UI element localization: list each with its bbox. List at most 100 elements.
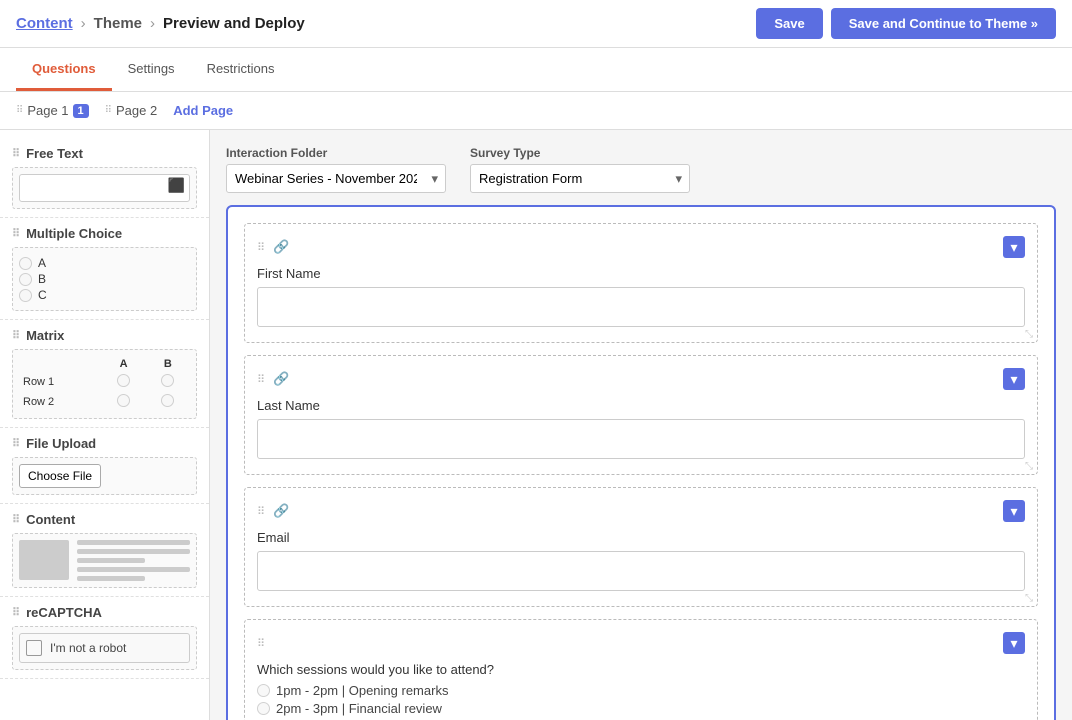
matrix-col-b: B: [146, 356, 190, 372]
q4-drag: ⠿: [257, 637, 265, 650]
interaction-folder-select[interactable]: Webinar Series - November 2022: [226, 164, 446, 193]
matrix-row1-label: Row 1: [19, 372, 102, 392]
page-2-label: Page 2: [116, 103, 157, 118]
q2-collapse-button[interactable]: ▾: [1003, 368, 1025, 390]
content-line-4: [77, 567, 190, 572]
add-page-button[interactable]: Add Page: [173, 103, 233, 118]
q3-collapse-button[interactable]: ▾: [1003, 500, 1025, 522]
q1-drag: ⠿: [257, 241, 265, 254]
top-bar-buttons: Save Save and Continue to Theme »: [756, 8, 1056, 39]
q2-resize: ⤡: [1025, 461, 1033, 472]
question-first-name-header: ⠿ 🔗 ▾: [257, 236, 1025, 258]
file-upload-drag: ⠿: [12, 437, 20, 450]
interaction-folder-item: Interaction Folder Webinar Series - Nove…: [226, 146, 446, 193]
free-text-label: Free Text: [26, 146, 83, 161]
recaptcha-label: I'm not a robot: [50, 641, 126, 655]
content-image: [19, 540, 69, 580]
tabs-bar: Questions Settings Restrictions: [0, 48, 1072, 92]
survey-type-label: Survey Type: [470, 146, 690, 160]
question-sessions-header: ⠿ ▾: [257, 632, 1025, 654]
widget-free-text[interactable]: ⠿ Free Text ⬛: [0, 138, 209, 218]
widget-matrix[interactable]: ⠿ Matrix A B Row 1: [0, 320, 209, 428]
right-panel: Interaction Folder Webinar Series - Nove…: [210, 130, 1072, 720]
matrix-row-2: Row 2: [19, 392, 190, 412]
page-2-drag: ⠿: [105, 105, 112, 116]
recaptcha-drag: ⠿: [12, 606, 20, 619]
q3-input[interactable]: [257, 551, 1025, 591]
mc-option-c: C: [19, 288, 190, 302]
mc-option-b: B: [19, 272, 190, 286]
mc-drag: ⠿: [12, 227, 20, 240]
matrix-col-empty: [19, 356, 102, 372]
q1-collapse-button[interactable]: ▾: [1003, 236, 1025, 258]
matrix-preview: A B Row 1 Row 2: [12, 349, 197, 419]
content-line-3: [77, 558, 145, 563]
question-first-name: ⠿ 🔗 ▾ First Name ⤡: [244, 223, 1038, 343]
recaptcha-preview: I'm not a robot: [12, 626, 197, 670]
interaction-folder-label: Interaction Folder: [226, 146, 446, 160]
q1-label: First Name: [257, 266, 1025, 281]
question-last-name-header: ⠿ 🔗 ▾: [257, 368, 1025, 390]
question-email-header: ⠿ 🔗 ▾: [257, 500, 1025, 522]
widget-recaptcha[interactable]: ⠿ reCAPTCHA I'm not a robot: [0, 597, 209, 679]
q3-drag: ⠿: [257, 505, 265, 518]
content-line-5: [77, 576, 145, 581]
questions-container: ⠿ 🔗 ▾ First Name ⤡ ⠿ 🔗 ▾ Last Name ⤡: [226, 205, 1056, 720]
content-preview: [12, 533, 197, 588]
tab-restrictions[interactable]: Restrictions: [191, 49, 291, 91]
pages-bar: ⠿ Page 1 1 ⠿ Page 2 Add Page: [0, 92, 1072, 130]
page-1-label: Page 1: [27, 103, 68, 118]
matrix-row-1: Row 1: [19, 372, 190, 392]
survey-type-item: Survey Type Registration Form: [470, 146, 690, 193]
mc-label: Multiple Choice: [26, 226, 122, 241]
matrix-drag: ⠿: [12, 329, 20, 342]
q1-link-icon: 🔗: [273, 239, 289, 255]
q2-input[interactable]: [257, 419, 1025, 459]
content-line-1: [77, 540, 190, 545]
form-meta: Interaction Folder Webinar Series - Nove…: [226, 146, 1056, 193]
file-upload-preview: Choose File: [12, 457, 197, 495]
widget-multiple-choice[interactable]: ⠿ Multiple Choice A B C: [0, 218, 209, 320]
page-2[interactable]: ⠿ Page 2: [105, 103, 158, 118]
choose-file-button[interactable]: Choose File: [19, 464, 101, 488]
widget-content[interactable]: ⠿ Content: [0, 504, 209, 597]
q4-collapse-button[interactable]: ▾: [1003, 632, 1025, 654]
top-bar: Content › Theme › Preview and Deploy Sav…: [0, 0, 1072, 48]
tab-settings[interactable]: Settings: [112, 49, 191, 91]
content-lines: [77, 540, 190, 581]
free-text-icon: ⬛: [168, 177, 185, 194]
mc-option-a: A: [19, 256, 190, 270]
breadcrumb: Content › Theme › Preview and Deploy: [16, 15, 305, 32]
tab-questions[interactable]: Questions: [16, 49, 112, 91]
q2-label: Last Name: [257, 398, 1025, 413]
recaptcha-title-label: reCAPTCHA: [26, 605, 102, 620]
breadcrumb-theme[interactable]: Theme: [94, 15, 142, 32]
page-1-badge: 1: [73, 104, 89, 118]
content-drag: ⠿: [12, 513, 20, 526]
q1-input[interactable]: [257, 287, 1025, 327]
q4-label: Which sessions would you like to attend?: [257, 662, 1025, 677]
widget-file-upload[interactable]: ⠿ File Upload Choose File: [0, 428, 209, 504]
survey-type-select[interactable]: Registration Form: [470, 164, 690, 193]
matrix-label: Matrix: [26, 328, 64, 343]
question-email: ⠿ 🔗 ▾ Email ⤡: [244, 487, 1038, 607]
matrix-table: A B Row 1 Row 2: [19, 356, 190, 412]
q2-link-icon: 🔗: [273, 371, 289, 387]
q1-resize: ⤡: [1025, 329, 1033, 340]
interaction-folder-select-wrapper: Webinar Series - November 2022: [226, 164, 446, 193]
survey-type-select-wrapper: Registration Form: [470, 164, 690, 193]
free-text-drag: ⠿: [12, 147, 20, 160]
main-layout: ⠿ Free Text ⬛ ⠿ Multiple Choice A: [0, 130, 1072, 720]
save-continue-button[interactable]: Save and Continue to Theme »: [831, 8, 1056, 39]
breadcrumb-sep-2: ›: [150, 15, 155, 32]
question-sessions: ⠿ ▾ Which sessions would you like to att…: [244, 619, 1038, 720]
q3-resize: ⤡: [1025, 593, 1033, 604]
page-1[interactable]: ⠿ Page 1 1: [16, 103, 89, 118]
q4-option-2: 2pm - 3pm | Financial review: [257, 701, 1025, 716]
free-text-preview: ⬛: [12, 167, 197, 209]
file-upload-label: File Upload: [26, 436, 96, 451]
save-button[interactable]: Save: [756, 8, 822, 39]
breadcrumb-content[interactable]: Content: [16, 15, 73, 32]
q3-link-icon: 🔗: [273, 503, 289, 519]
question-last-name: ⠿ 🔗 ▾ Last Name ⤡: [244, 355, 1038, 475]
